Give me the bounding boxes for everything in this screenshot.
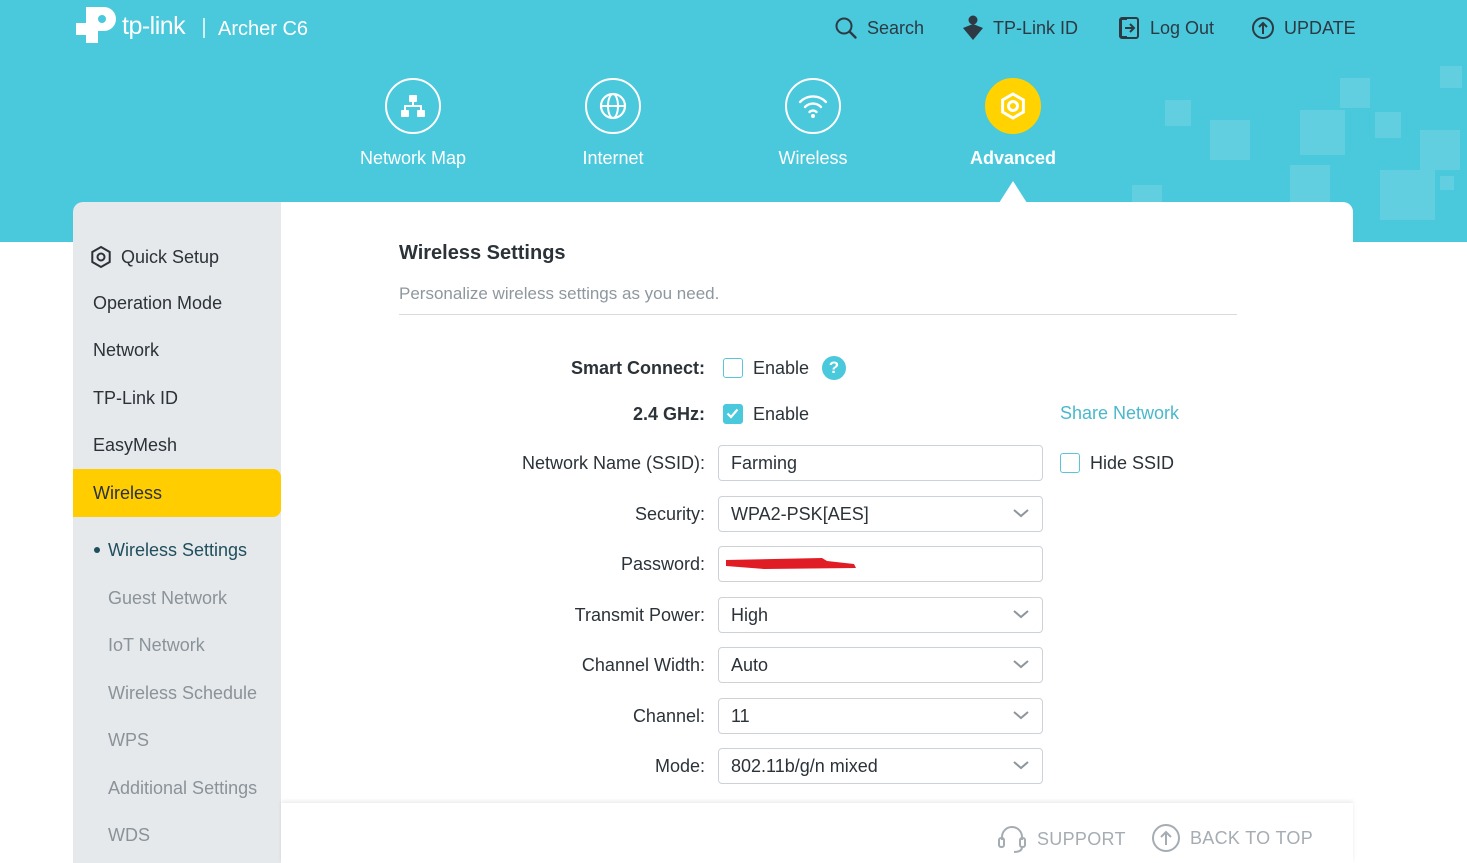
wifi-icon (798, 95, 828, 118)
nav-internet-label: Internet (582, 148, 644, 168)
logout-icon (1119, 17, 1139, 39)
tplink-logo-icon (76, 7, 116, 43)
sidebar: Quick Setup Operation Mode Network TP-Li… (73, 202, 281, 863)
nav-advanced-label: Advanced (969, 148, 1057, 168)
nav-network-map[interactable]: Network Map (333, 78, 493, 169)
model-name: Archer C6 (218, 18, 309, 40)
settings-panel: Wireless Settings Personalize wireless s… (281, 202, 1353, 863)
channel-label: Channel: (632, 706, 705, 726)
sidebar-item-quick-setup[interactable]: Quick Setup (89, 245, 219, 269)
support-label: SUPPORT (1037, 828, 1126, 849)
band-24ghz-checkbox[interactable] (723, 404, 743, 424)
headset-icon (998, 826, 1026, 853)
smart-connect-checkbox[interactable] (723, 358, 743, 378)
sidebar-item-operation-mode[interactable]: Operation Mode (93, 293, 222, 314)
chevron-down-icon (1013, 660, 1029, 669)
sidebar-item-tplink-id[interactable]: TP-Link ID (93, 388, 178, 409)
footer-bar: SUPPORT BACK TO TOP (281, 803, 1353, 863)
sidebar-subitem-wps[interactable]: WPS (108, 730, 149, 751)
smart-connect-label: Smart Connect: (570, 358, 705, 378)
search-icon (835, 17, 857, 39)
nav-wireless-label: Wireless (778, 148, 848, 168)
sidebar-subitem-guest-network[interactable]: Guest Network (108, 588, 227, 609)
channel-select[interactable]: 11 (718, 698, 1043, 734)
nav-wireless[interactable]: Wireless (733, 78, 893, 169)
check-icon (726, 408, 739, 419)
brand-divider (203, 18, 205, 38)
logout-label: Log Out (1150, 17, 1215, 38)
globe-icon (599, 92, 627, 120)
sidebar-item-label: Quick Setup (121, 246, 220, 267)
gear-icon (91, 245, 111, 269)
sidebar-item-wireless[interactable]: Wireless (73, 469, 281, 517)
password-label: Password: (620, 554, 705, 574)
ssid-input[interactable]: Farming (718, 445, 1043, 481)
sidebar-item-label: Wireless (93, 483, 163, 503)
channel-value: 11 (731, 706, 750, 726)
transmit-power-value: High (731, 605, 769, 625)
transmit-power-label: Transmit Power: (574, 605, 705, 625)
mode-select[interactable]: 802.11b/g/n mixed (718, 748, 1043, 784)
band-24ghz-label: 2.4 GHz: (632, 404, 705, 424)
password-input[interactable] (718, 546, 1043, 582)
tplink-id-label: TP-Link ID (993, 17, 1079, 38)
security-select[interactable]: WPA2-PSK[AES] (718, 496, 1043, 532)
page-subtitle: Personalize wireless settings as you nee… (399, 284, 720, 303)
back-to-top-link[interactable]: BACK TO TOP (1151, 823, 1313, 853)
brand-logo-text: tp-link (122, 12, 186, 40)
hide-ssid-option: Hide SSID (1090, 453, 1175, 473)
title-divider (399, 314, 1237, 315)
sidebar-subitem-wireless-schedule[interactable]: Wireless Schedule (108, 683, 257, 704)
band-24ghz-option: Enable (753, 404, 810, 424)
active-nav-pointer (999, 181, 1027, 203)
sidebar-subitem-iot-network[interactable]: IoT Network (108, 635, 205, 656)
smart-connect-option: Enable (753, 358, 810, 378)
update-label: UPDATE (1284, 17, 1356, 38)
sidebar-subitem-wds[interactable]: WDS (108, 825, 150, 846)
update-link[interactable]: UPDATE (1251, 14, 1356, 42)
logout-link[interactable]: Log Out (1117, 14, 1214, 42)
ssid-label: Network Name (SSID): (521, 453, 705, 473)
tplink-id-link[interactable]: TP-Link ID (962, 14, 1078, 42)
support-link[interactable]: SUPPORT (996, 823, 1126, 855)
arrow-up-circle-icon (1152, 824, 1180, 852)
transmit-power-select[interactable]: High (718, 597, 1043, 633)
chevron-down-icon (1013, 509, 1029, 518)
page-title: Wireless Settings (399, 242, 566, 264)
nav-network-map-label: Network Map (359, 148, 467, 168)
search-label: Search (867, 17, 925, 38)
chevron-down-icon (1013, 610, 1029, 619)
chevron-down-icon (1013, 761, 1029, 770)
current-item-dot (94, 547, 100, 553)
sidebar-item-network[interactable]: Network (93, 340, 159, 361)
sidebar-subitem-additional-settings[interactable]: Additional Settings (108, 778, 257, 799)
nav-internet[interactable]: Internet (533, 78, 693, 169)
channel-width-value: Auto (731, 655, 769, 675)
help-icon[interactable]: ? (822, 356, 846, 380)
chevron-down-icon (1013, 711, 1029, 720)
redaction-scribble (726, 558, 856, 569)
sidebar-subitem-wireless-settings[interactable]: Wireless Settings (108, 540, 247, 561)
nav-advanced[interactable]: Advanced (933, 78, 1093, 169)
search-link[interactable]: Search (834, 14, 924, 42)
channel-width-label: Channel Width: (581, 655, 705, 675)
update-icon (1252, 17, 1274, 39)
sidebar-item-easymesh[interactable]: EasyMesh (93, 435, 177, 456)
channel-width-select[interactable]: Auto (718, 647, 1043, 683)
network-map-icon (401, 95, 425, 117)
security-value: WPA2-PSK[AES] (731, 504, 869, 524)
share-network-link[interactable]: Share Network (1060, 403, 1179, 424)
security-label: Security: (634, 504, 705, 524)
mode-value: 802.11b/g/n mixed (731, 756, 878, 776)
hide-ssid-checkbox[interactable] (1060, 453, 1080, 473)
gear-icon (1001, 92, 1025, 120)
tplink-id-icon (963, 15, 983, 40)
mode-label: Mode: (654, 756, 705, 776)
back-to-top-label: BACK TO TOP (1190, 827, 1314, 848)
